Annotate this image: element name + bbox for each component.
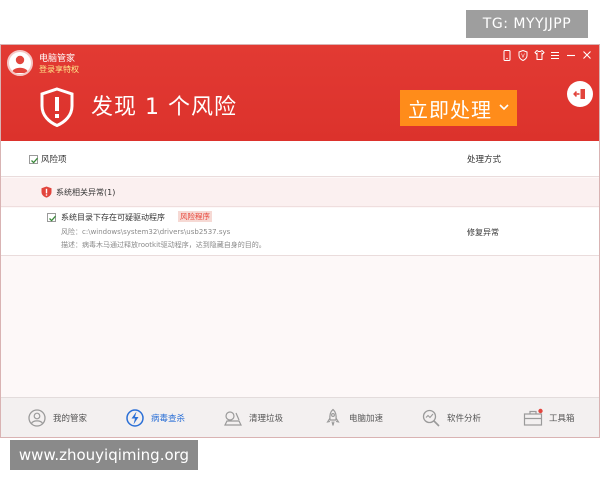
column-risk-items: 风险项 <box>41 155 67 165</box>
checkmark-icon <box>31 157 38 164</box>
tool-label: 清理垃圾 <box>249 414 284 424</box>
tool-software-analysis[interactable]: 软件分析 <box>421 398 481 438</box>
bottom-toolbar: 我的管家 病毒查杀 清理垃圾 电脑加速 软件分析 工具箱 <box>1 397 599 437</box>
shield-warning-icon <box>40 87 74 127</box>
tool-label: 软件分析 <box>447 414 482 424</box>
red-shield-icon <box>41 186 52 198</box>
chevron-down-icon[interactable] <box>497 100 511 114</box>
my-manager-icon <box>28 409 46 427</box>
repair-action-link[interactable]: 修复异常 <box>467 227 499 238</box>
close-icon[interactable] <box>581 49 593 61</box>
exit-button[interactable] <box>567 81 593 107</box>
phone-icon[interactable] <box>501 49 513 61</box>
page-title: 发现 1 个风险 <box>91 95 237 120</box>
exit-icon <box>573 89 585 99</box>
fix-now-label: 立即处理 <box>408 97 492 122</box>
avatar[interactable] <box>7 50 33 76</box>
group-label: 系统相关异常(1) <box>56 188 116 197</box>
tool-label: 工具箱 <box>549 414 575 424</box>
tool-speedup[interactable]: 电脑加速 <box>323 398 383 438</box>
item-checkbox[interactable] <box>47 213 56 222</box>
item-description: 描述：病毒木马通过释放rootkit驱动程序，达到隐藏自身的目的。 <box>61 241 266 249</box>
software-analysis-icon <box>422 409 440 427</box>
tool-cleanup[interactable]: 清理垃圾 <box>223 398 283 438</box>
watermark-tg: TG: MYYJJPP <box>466 10 588 38</box>
tool-toolbox[interactable]: 工具箱 <box>523 398 575 438</box>
app-window: 电脑管家 登录享特权 V 发现 1 个风险 立即处理 风险项 处理方式 系统相关… <box>0 44 600 438</box>
minimize-icon[interactable] <box>565 49 577 61</box>
tool-virus-scan[interactable]: 病毒查杀 <box>125 398 185 438</box>
user-icon <box>12 55 28 73</box>
tool-label: 我的管家 <box>53 414 88 424</box>
risk-list-header: 风险项 处理方式 <box>1 141 599 177</box>
app-name: 电脑管家 <box>39 54 76 64</box>
fix-now-button[interactable]: 立即处理 <box>400 90 517 126</box>
risk-header: 电脑管家 登录享特权 V 发现 1 个风险 立即处理 <box>1 45 599 141</box>
select-all-checkbox[interactable] <box>29 155 38 164</box>
item-path: 风险：c:\windows\system32\drivers\usb2537.s… <box>61 228 231 236</box>
window-controls: V <box>501 49 593 61</box>
item-title: 系统目录下存在可疑驱动程序 <box>61 213 165 222</box>
screenshot-stage: TG: MYYJJPP 电脑管家 登录享特权 V 发现 1 个风险 立即处理 风… <box>0 0 600 480</box>
skin-icon[interactable] <box>533 49 545 61</box>
virus-scan-icon <box>126 409 144 427</box>
empty-list-area <box>1 257 599 397</box>
tool-my-manager[interactable]: 我的管家 <box>27 398 87 438</box>
column-action: 处理方式 <box>467 155 502 165</box>
tool-label: 电脑加速 <box>349 414 384 424</box>
login-link[interactable]: 登录享特权 <box>39 64 79 75</box>
tool-label: 病毒查杀 <box>151 414 186 424</box>
menu-icon[interactable] <box>549 49 561 61</box>
svg-text:V: V <box>521 53 525 59</box>
risk-tag-badge: 风险程序 <box>178 211 212 222</box>
shield-small-icon[interactable]: V <box>517 49 529 61</box>
checkmark-icon <box>49 215 56 222</box>
toolbox-icon <box>523 408 543 426</box>
cleanup-icon <box>224 411 242 426</box>
rocket-icon <box>326 408 340 426</box>
list-item: 系统目录下存在可疑驱动程序 风险程序 风险：c:\windows\system3… <box>1 208 599 256</box>
group-system-anomaly[interactable]: 系统相关异常(1) <box>1 178 599 207</box>
watermark-site: www.zhouyiqiming.org <box>10 440 198 470</box>
